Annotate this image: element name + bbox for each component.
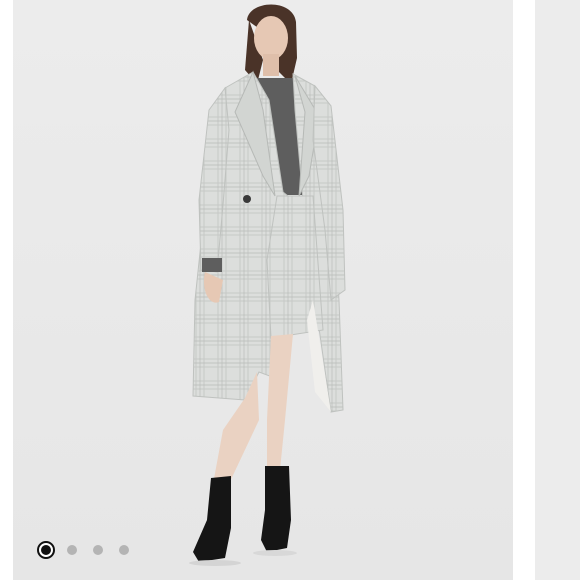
carousel-slide-current[interactable] — [13, 0, 513, 580]
carousel-dot-indicator — [93, 545, 103, 555]
product-photo — [13, 0, 513, 580]
carousel-dot-1[interactable] — [33, 538, 59, 562]
carousel-dot-indicator — [119, 545, 129, 555]
boot-right — [261, 466, 291, 552]
product-image-carousel[interactable] — [0, 0, 580, 580]
carousel-dot-4[interactable] — [111, 538, 137, 562]
carousel-pagination — [33, 538, 137, 562]
carousel-slide-next-peek[interactable] — [535, 0, 580, 580]
carousel-dot-2[interactable] — [59, 538, 85, 562]
carousel-dot-3[interactable] — [85, 538, 111, 562]
carousel-dot-indicator — [67, 545, 77, 555]
face — [254, 16, 288, 60]
carousel-dot-active-indicator — [37, 541, 55, 559]
